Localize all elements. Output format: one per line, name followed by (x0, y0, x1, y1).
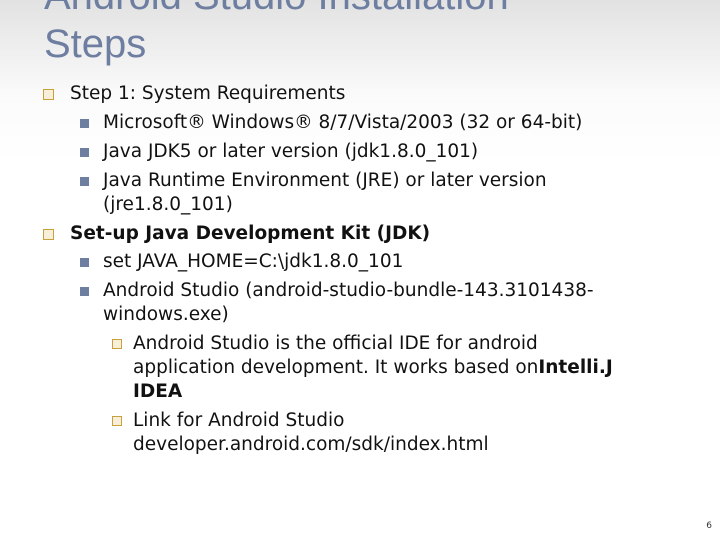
bullet-ide-continued: application development. It works based … (0, 356, 720, 379)
bullet-setup-jdk: Set-up Java Development Kit (JDK) (70, 223, 431, 244)
ide-text: application development. It works based … (133, 357, 539, 378)
slide-title: Android Studio Installation Steps (44, 0, 704, 68)
bullet-requirement-jdk: Java JDK5 or later version (jdk1.8.0_101… (103, 141, 479, 162)
link-android-studio[interactable]: developer.android.com/sdk/index.html (0, 433, 720, 456)
bullet-set-java-home: set JAVA_HOME=C:\jdk1.8.0_101 (103, 251, 404, 272)
bullet-link-label: Link for Android Studio (133, 410, 345, 431)
bullet-ide-continued-2: IDEA (133, 381, 183, 402)
bullet-requirement-windows: Microsoft® Windows® 8/7/Vista/2003 (32 o… (103, 112, 583, 133)
bullet-requirement-jre-continued: (jre1.8.0_101) (103, 194, 233, 215)
bullet-requirement-jre: Java Runtime Environment (JRE) or later … (103, 170, 547, 191)
bullet-android-studio-continued: windows.exe) (103, 304, 229, 325)
page-number: 6 (706, 521, 712, 531)
slide-title-line-1: Android Studio Installation (44, 0, 509, 18)
bullet-step-1: Step 1: System Requirements (70, 83, 346, 104)
slide-title-line-2: Steps (44, 22, 147, 66)
bullet-android-studio: Android Studio (android-studio-bundle-14… (103, 280, 594, 301)
intellij-text: Intelli.J (538, 357, 613, 378)
bullet-ide: Android Studio is the official IDE for a… (133, 333, 538, 354)
